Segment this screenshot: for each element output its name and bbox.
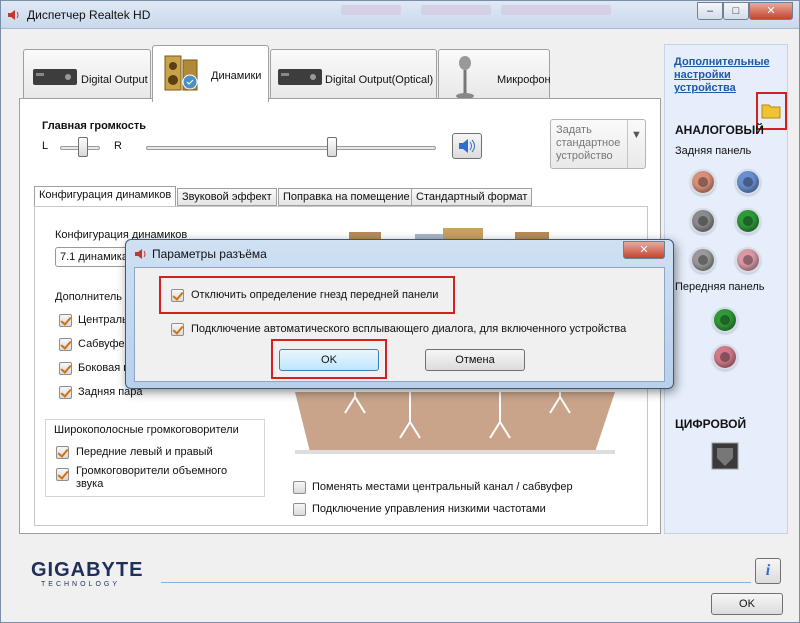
disable-front-jack-detection-checkbox[interactable] xyxy=(171,289,184,302)
background-blur xyxy=(501,5,611,15)
minimize-button[interactable]: – xyxy=(697,2,723,20)
tab-digital-output-optical[interactable]: Digital Output(Optical) xyxy=(270,49,437,104)
title-bar[interactable]: Диспетчер Realtek HD – □ ✕ xyxy=(1,1,799,29)
back-panel-label: Задняя панель xyxy=(675,145,752,157)
jack-front-green[interactable] xyxy=(712,307,738,333)
subtab-sound-effect[interactable]: Звуковой эффект xyxy=(177,188,277,206)
swap-center-sub-checkbox[interactable] xyxy=(293,481,306,494)
digital-port-icon[interactable] xyxy=(711,442,739,470)
tab-speakers[interactable]: Динамики xyxy=(152,45,269,102)
tab-label: Динамики xyxy=(211,70,262,82)
jack-front-pink[interactable] xyxy=(712,344,738,370)
jack-back-black[interactable] xyxy=(690,247,716,273)
front-lr-checkbox[interactable] xyxy=(56,446,69,459)
tab-label: Digital Output(Optical) xyxy=(325,74,434,86)
checkbox-label: Отключить определение гнезд передней пан… xyxy=(191,289,439,301)
main-volume-group: Главная громкость L R xyxy=(32,114,542,162)
surround-checkbox[interactable] xyxy=(56,468,69,481)
subtab-room-correction[interactable]: Поправка на помещение xyxy=(278,188,415,206)
volume-track xyxy=(146,146,436,150)
bass-management-checkbox[interactable] xyxy=(293,503,306,516)
jack-back-green[interactable] xyxy=(735,208,761,234)
jack-settings-dialog: Параметры разъёма ✕ Отключить определени… xyxy=(125,239,674,389)
set-default-label: Задать стандартное устройство xyxy=(556,124,621,162)
main-ok-button[interactable]: OK xyxy=(711,593,783,615)
jack-back-gray[interactable] xyxy=(690,208,716,234)
balance-left-label: L xyxy=(42,140,49,152)
speaker-icon xyxy=(135,249,146,259)
footer-divider xyxy=(161,582,751,583)
device-sidebar: Дополнительные настройки устройства АНАЛ… xyxy=(664,44,788,534)
tab-microphone[interactable]: Микрофон xyxy=(438,49,551,104)
center-checkbox[interactable] xyxy=(59,314,72,327)
jack-back-orange[interactable] xyxy=(690,169,716,195)
speaker-icon xyxy=(8,10,19,20)
background-blur xyxy=(341,5,401,15)
advanced-settings-link[interactable]: Дополнительные настройки устройства xyxy=(674,56,784,95)
side-pair-checkbox[interactable] xyxy=(59,362,72,375)
checkbox-label: Поменять местами центральный канал / саб… xyxy=(312,481,573,493)
realtek-window: Диспетчер Realtek HD – □ ✕ Digital Outpu… xyxy=(0,0,800,623)
dialog-close-button[interactable]: ✕ xyxy=(623,241,665,259)
auto-popup-dialog-checkbox[interactable] xyxy=(171,323,184,336)
fullrange-title: Широкополосные громкоговорители xyxy=(54,424,239,436)
checkbox-label: Подключение управления низкими частотами xyxy=(312,503,546,515)
dialog-title: Параметры разъёма xyxy=(152,247,267,261)
subtab-speaker-config[interactable]: Конфигурация динамиков xyxy=(34,186,177,206)
set-default-device-button[interactable]: Задать стандартное устройство ▼ xyxy=(550,119,646,169)
volume-slider[interactable] xyxy=(327,137,337,157)
mute-button[interactable] xyxy=(452,133,482,159)
subwoofer-checkbox[interactable] xyxy=(59,338,72,351)
fullrange-group: Широкополосные громкоговорители Передние… xyxy=(45,419,265,497)
subtab-default-format[interactable]: Стандартный формат xyxy=(411,188,533,206)
rear-pair-checkbox[interactable] xyxy=(59,386,72,399)
speakers-icon xyxy=(164,55,198,91)
optical-output-icon xyxy=(278,69,322,85)
info-button[interactable]: i xyxy=(755,558,781,584)
checkbox-label: Громкоговорители объемного звука xyxy=(76,465,228,490)
window-title: Диспетчер Realtek HD xyxy=(27,8,151,22)
checkbox-label: Сабвуфер xyxy=(78,338,131,350)
analog-title: АНАЛОГОВЫЙ xyxy=(675,123,764,137)
balance-slider[interactable] xyxy=(78,137,88,157)
tab-label: Digital Output xyxy=(81,74,148,86)
jack-back-pink[interactable] xyxy=(735,247,761,273)
close-button[interactable]: ✕ xyxy=(749,2,793,20)
digital-output-icon xyxy=(33,69,77,85)
checkbox-label: Передние левый и правый xyxy=(76,446,213,458)
speaker-volume-icon xyxy=(459,139,475,153)
gigabyte-logo: GIGABYTE xyxy=(31,559,144,581)
microphone-icon xyxy=(456,56,474,99)
tab-label: Микрофон xyxy=(497,74,551,86)
tab-digital-output[interactable]: Digital Output xyxy=(23,49,151,104)
gigabyte-logo-sub: TECHNOLOGY xyxy=(41,581,121,588)
digital-title: ЦИФРОВОЙ xyxy=(675,417,747,431)
checkbox-label: Подключение автоматического всплывающего… xyxy=(191,323,627,335)
balance-right-label: R xyxy=(114,140,122,152)
checkbox-label: Централь xyxy=(78,314,128,326)
maximize-button[interactable]: □ xyxy=(723,2,749,20)
folder-icon[interactable] xyxy=(761,101,781,119)
dialog-body: Отключить определение гнезд передней пан… xyxy=(134,267,665,382)
chevron-down-icon[interactable]: ▼ xyxy=(627,120,645,168)
jack-back-blue[interactable] xyxy=(735,169,761,195)
extra-speakers-title: Дополнитель xyxy=(55,291,122,303)
dialog-cancel-button[interactable]: Отмена xyxy=(425,349,525,371)
checkbox-label: Боковая п xyxy=(78,362,130,374)
dialog-ok-button[interactable]: OK xyxy=(279,349,379,371)
main-volume-title: Главная громкость xyxy=(42,120,147,132)
background-blur xyxy=(421,5,491,15)
front-panel-label: Передняя панель xyxy=(675,281,765,293)
